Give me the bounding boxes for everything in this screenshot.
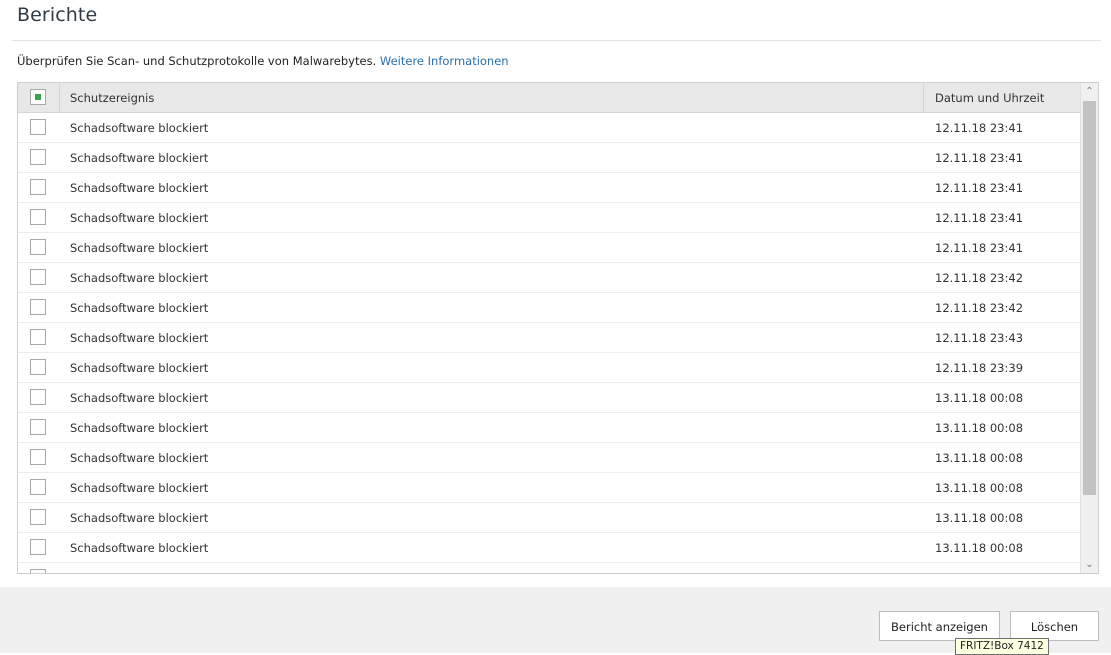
row-event: Schadsoftware blockiert (70, 511, 209, 525)
table-row[interactable]: Schadsoftware blockiert 12.11.18 23:41 (18, 203, 1081, 233)
row-date: 12.11.18 23:42 (935, 301, 1024, 315)
table-row[interactable]: Schadsoftware blockiert 13.11.18 00:08 (18, 533, 1081, 563)
row-event: Schadsoftware blockiert (70, 481, 209, 495)
row-checkbox[interactable] (30, 179, 46, 195)
row-event: Schadsoftware blockiert (70, 181, 209, 195)
table-row[interactable]: Schadsoftware blockiert 13.11.18 00:08 (18, 473, 1081, 503)
table-row[interactable]: Schadsoftware blockiert 13.11.18 00:08 (18, 413, 1081, 443)
table-header: Schutzereignis Datum und Uhrzeit (18, 83, 1081, 113)
row-event: Schadsoftware blockiert (70, 211, 209, 225)
table-row[interactable]: Schadsoftware blockiert 13.11.18 00:08 (18, 503, 1081, 533)
select-all-checkbox[interactable] (30, 89, 46, 105)
row-checkbox[interactable] (30, 509, 46, 525)
table-row[interactable]: Schadsoftware blockiert 12.11.18 23:42 (18, 293, 1081, 323)
table-row[interactable]: Schadsoftware blockiert 13.11.18 00:08 (18, 443, 1081, 473)
row-checkbox[interactable] (30, 239, 46, 255)
reports-table: Schutzereignis Datum und Uhrzeit Schadso… (17, 82, 1099, 574)
row-event: Schadsoftware blockiert (70, 241, 209, 255)
row-event: Schadsoftware blockiert (70, 361, 209, 375)
row-checkbox[interactable] (30, 149, 46, 165)
row-checkbox[interactable] (30, 209, 46, 225)
table-row[interactable]: Schadsoftware blockiert 13.11.18 00:08 (18, 383, 1081, 413)
row-checkbox[interactable] (30, 569, 46, 573)
row-event: Schadsoftware blockiert (70, 301, 209, 315)
scroll-thumb[interactable] (1083, 101, 1096, 495)
row-event: Schadsoftware blockiert (70, 331, 209, 345)
table-row[interactable]: Schadsoftware blockiert 12.11.18 23:41 (18, 143, 1081, 173)
row-event: Schadsoftware blockiert (70, 421, 209, 435)
row-date: 12.11.18 23:41 (935, 211, 1024, 225)
scroll-down-icon[interactable]: ⌄ (1081, 556, 1098, 573)
column-divider (923, 83, 924, 112)
scroll-up-icon[interactable]: ⌃ (1081, 83, 1098, 100)
table-row[interactable]: Schadsoftware blockiert 12.11.18 23:43 (18, 323, 1081, 353)
column-header-date[interactable]: Datum und Uhrzeit (935, 91, 1044, 105)
vertical-scrollbar[interactable]: ⌃ ⌄ (1080, 83, 1098, 573)
description-text: Überprüfen Sie Scan- und Schutzprotokoll… (17, 54, 377, 68)
page-description: Überprüfen Sie Scan- und Schutzprotokoll… (17, 54, 509, 68)
delete-button[interactable]: Löschen (1010, 611, 1099, 641)
row-checkbox[interactable] (30, 329, 46, 345)
row-date: 13.11.18 00:08 (935, 481, 1024, 495)
title-divider (12, 40, 1101, 41)
row-event: Schadsoftware blockiert (70, 541, 209, 555)
row-date: 12.11.18 23:41 (935, 151, 1024, 165)
row-date: 13.11.18 00:08 (935, 511, 1024, 525)
column-header-event[interactable]: Schutzereignis (70, 91, 154, 105)
row-checkbox[interactable] (30, 269, 46, 285)
row-date: 12.11.18 23:42 (935, 271, 1024, 285)
row-checkbox[interactable] (30, 299, 46, 315)
footer-bar: Bericht anzeigen Löschen (0, 587, 1111, 653)
row-event: Schadsoftware blockiert (70, 151, 209, 165)
row-date: 12.11.18 23:41 (935, 241, 1024, 255)
table-row[interactable]: Schadsoftware blockiert 12.11.18 23:41 (18, 113, 1081, 143)
row-checkbox[interactable] (30, 389, 46, 405)
select-all-cell (18, 83, 60, 112)
view-report-button[interactable]: Bericht anzeigen (879, 611, 1000, 641)
row-date: 13.11.18 00:08 (935, 541, 1024, 555)
table-row[interactable]: Schadsoftware blockiert 12.11.18 23:41 (18, 233, 1081, 263)
row-date: 13.11.18 00:08 (935, 391, 1024, 405)
row-date: 12.11.18 23:43 (935, 331, 1024, 345)
row-date: 13.11.18 00:08 (935, 421, 1024, 435)
row-date: 12.11.18 23:41 (935, 121, 1024, 135)
row-checkbox[interactable] (30, 479, 46, 495)
row-date: 12.11.18 23:41 (935, 181, 1024, 195)
row-checkbox[interactable] (30, 539, 46, 555)
row-checkbox[interactable] (30, 419, 46, 435)
row-event: Schadsoftware blockiert (70, 391, 209, 405)
table-body: Schadsoftware blockiert 12.11.18 23:41 Sch… (18, 113, 1081, 573)
more-info-link[interactable]: Weitere Informationen (380, 54, 509, 68)
row-checkbox[interactable] (30, 449, 46, 465)
table-row[interactable]: Schadsoftware blockiert 12.11.18 23:39 (18, 353, 1081, 383)
row-event: Schadsoftware blockiert (70, 271, 209, 285)
row-checkbox[interactable] (30, 119, 46, 135)
row-date: 12.11.18 23:39 (935, 361, 1024, 375)
row-event: Schadsoftware blockiert (70, 121, 209, 135)
table-row[interactable]: Schadsoftware blockiert 12.11.18 23:42 (18, 263, 1081, 293)
row-date: 13.11.18 00:08 (935, 451, 1024, 465)
tooltip: FRITZ!Box 7412 (955, 638, 1049, 655)
row-event: Schadsoftware blockiert (70, 451, 209, 465)
table-row[interactable]: Schadsoftware blockiert 12.11.18 23:41 (18, 173, 1081, 203)
table-row[interactable] (18, 563, 1081, 573)
row-checkbox[interactable] (30, 359, 46, 375)
page-title: Berichte (17, 4, 98, 26)
